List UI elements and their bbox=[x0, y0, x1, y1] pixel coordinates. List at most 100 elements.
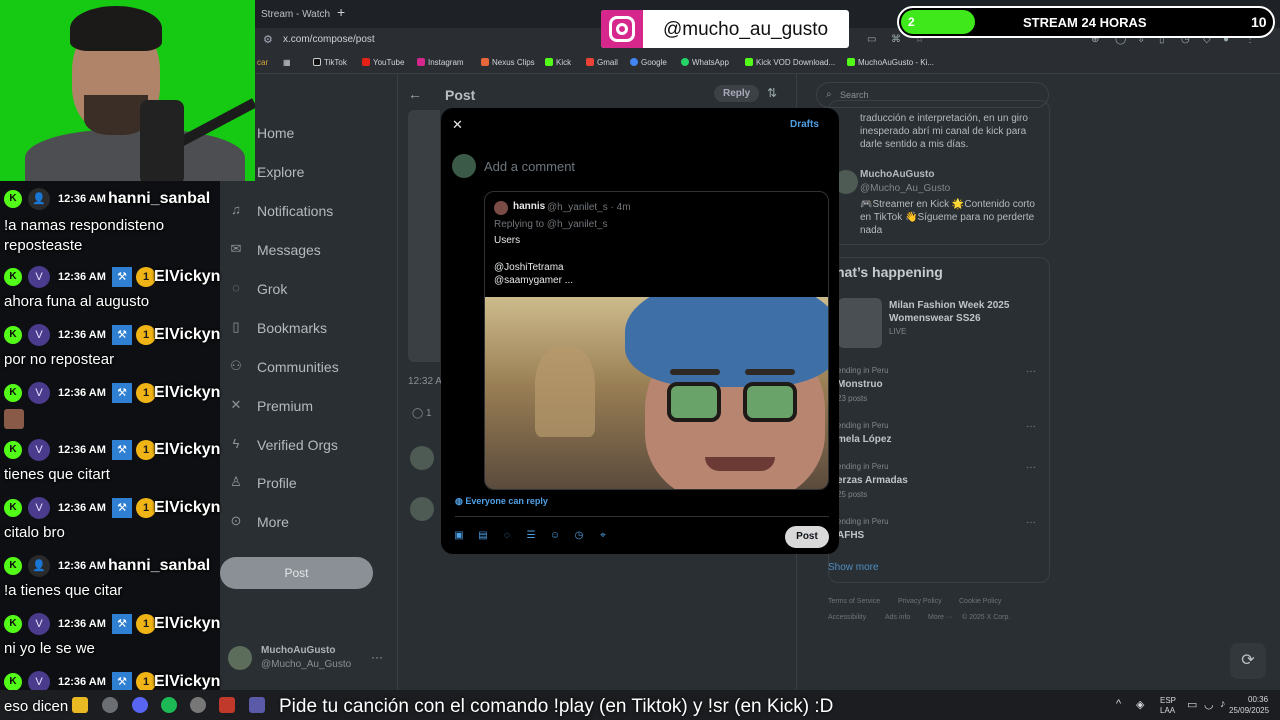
event-thumbnail[interactable] bbox=[838, 298, 882, 348]
app-icon[interactable] bbox=[219, 697, 235, 713]
footer-link[interactable]: Accessibility bbox=[828, 614, 866, 621]
more-icon[interactable]: ··· bbox=[371, 650, 383, 664]
trend-more-icon[interactable]: ··· bbox=[1026, 462, 1036, 473]
reply-settings[interactable]: ◍ Everyone can reply bbox=[455, 496, 548, 507]
close-icon[interactable]: ✕ bbox=[452, 117, 463, 133]
goal-current: 2 bbox=[908, 15, 915, 29]
globe-icon: ◍ bbox=[455, 496, 466, 506]
drafts-button[interactable]: Drafts bbox=[790, 119, 819, 130]
image-icon[interactable]: ▣ bbox=[451, 530, 467, 544]
browser-tab[interactable]: Stream - Watch bbox=[255, 4, 333, 28]
quote-mention[interactable]: @saamygamer ... bbox=[494, 275, 573, 286]
page-title: Post bbox=[445, 87, 476, 103]
grok-icon[interactable]: ◌ bbox=[499, 530, 515, 544]
event-title[interactable]: Milan Fashion Week 2025 Womenswear SS26 bbox=[889, 299, 1039, 325]
trend-more-icon[interactable]: ··· bbox=[1026, 421, 1036, 432]
avatar[interactable] bbox=[410, 497, 434, 521]
moderator-icon: ⚒ bbox=[112, 672, 132, 692]
url-text[interactable]: x.com/compose/post bbox=[283, 34, 375, 45]
volume-icon[interactable]: ♪ bbox=[1220, 698, 1226, 710]
character-glasses bbox=[667, 382, 721, 422]
user-badge-icon: V bbox=[28, 497, 50, 519]
app-icon[interactable] bbox=[190, 697, 206, 713]
gif-icon[interactable]: ▤ bbox=[475, 530, 491, 544]
quote-mention[interactable]: @JoshiTetrama bbox=[494, 262, 564, 273]
emoji-icon[interactable]: ☺ bbox=[547, 530, 563, 544]
footer-link[interactable]: Ads info bbox=[885, 614, 910, 621]
chat-meta: K V 12:36 AM ⚒ 1 ElVickyn bbox=[4, 496, 259, 519]
user-badge-icon: 👤 bbox=[28, 188, 50, 210]
apps-grid-icon[interactable]: ▦ bbox=[283, 58, 291, 67]
chat-message: K 👤 12:36 AM hanni_sanbal bbox=[0, 181, 255, 217]
footer-link[interactable]: More ··· bbox=[928, 614, 953, 621]
nav-label: Verified Orgs bbox=[257, 437, 338, 453]
post-media[interactable] bbox=[408, 110, 440, 362]
keyboard-layout[interactable]: LAA bbox=[1160, 706, 1175, 715]
new-tab-button[interactable]: + bbox=[337, 4, 345, 20]
trend-category: ending in Peru bbox=[837, 366, 889, 375]
cast-icon[interactable]: ▭ bbox=[867, 34, 876, 45]
tray-expand-icon[interactable]: ^ bbox=[1116, 698, 1121, 710]
display-icon[interactable]: ▭ bbox=[1187, 698, 1197, 711]
discord-icon[interactable] bbox=[132, 697, 148, 713]
bookmark-instagram[interactable]: Instagram bbox=[417, 58, 464, 67]
trend-name[interactable]: Monstruo bbox=[837, 379, 883, 390]
comment-count[interactable]: ◯ 1 bbox=[412, 408, 432, 419]
streamer-beard bbox=[84, 95, 148, 135]
refresh-icon[interactable]: ⟳ bbox=[1230, 643, 1266, 679]
bookmark-tiktok[interactable]: TikTok bbox=[313, 58, 347, 67]
reply-button[interactable]: Reply bbox=[714, 85, 760, 102]
song-request-ticker: Pide tu canción con el comando !play (en… bbox=[279, 696, 834, 717]
site-settings-icon[interactable]: ⚙ bbox=[263, 33, 273, 46]
trend-more-icon[interactable]: ··· bbox=[1026, 517, 1036, 528]
back-arrow-icon[interactable]: ← bbox=[408, 86, 422, 102]
poll-icon[interactable]: ☰ bbox=[523, 530, 539, 544]
wifi-icon[interactable]: ◡ bbox=[1204, 698, 1214, 711]
comment-input[interactable]: Add a comment bbox=[484, 159, 575, 174]
translate-icon[interactable]: ⌘ bbox=[891, 34, 901, 45]
avatar[interactable] bbox=[410, 446, 434, 470]
chat-time: 12:36 AM bbox=[58, 560, 106, 572]
trend-category: ending in Peru bbox=[837, 421, 889, 430]
bookmark-muchoaugusto[interactable]: MuchoAuGusto - Ki... bbox=[847, 58, 934, 67]
show-more-link[interactable]: Show more bbox=[828, 561, 879, 574]
app-icon[interactable] bbox=[249, 697, 265, 713]
kick-badge-icon: K bbox=[4, 673, 22, 691]
clock-time[interactable]: 00:36 bbox=[1248, 695, 1268, 704]
chat-message: K 👤 12:36 AM hanni_sanbal bbox=[0, 548, 255, 584]
bookmark-google[interactable]: Google bbox=[630, 58, 667, 67]
adjust-icon[interactable]: ⇅ bbox=[767, 86, 777, 100]
bookmark-whatsapp[interactable]: WhatsApp bbox=[681, 58, 729, 67]
subscriber-icon: 1 bbox=[136, 498, 156, 518]
trend-name[interactable]: AFHS bbox=[837, 530, 864, 541]
footer-link[interactable]: Terms of Service bbox=[828, 598, 880, 605]
chat-meta: K V 12:36 AM ⚒ 1 ElVickyn bbox=[4, 670, 259, 693]
trend-name[interactable]: mela López bbox=[837, 434, 891, 445]
spotify-icon[interactable] bbox=[161, 697, 177, 713]
bookmark-gmail[interactable]: Gmail bbox=[586, 58, 618, 67]
footer-link[interactable]: Privacy Policy bbox=[898, 598, 942, 605]
instagram-icon bbox=[417, 58, 425, 66]
quoted-post[interactable]: hannis @h_yanilet_s · 4m Replying to @h_… bbox=[484, 191, 829, 490]
bookmark-truncated[interactable]: car bbox=[257, 58, 268, 67]
network-icon[interactable]: ◈ bbox=[1136, 698, 1144, 711]
schedule-icon[interactable]: ◷ bbox=[571, 530, 587, 544]
post-button[interactable]: Post bbox=[785, 526, 829, 548]
location-icon[interactable]: ⌖ bbox=[595, 530, 611, 544]
file-explorer-icon[interactable] bbox=[72, 697, 88, 713]
kick-icon bbox=[847, 58, 855, 66]
clock-date[interactable]: 25/09/2025 bbox=[1229, 706, 1269, 715]
footer-link[interactable]: Cookie Policy bbox=[959, 598, 1001, 605]
keyboard-language[interactable]: ESP bbox=[1160, 696, 1176, 705]
gmail-icon bbox=[586, 58, 594, 66]
profile-name[interactable]: MuchoAuGusto bbox=[860, 168, 934, 181]
bookmark-kick[interactable]: Kick bbox=[545, 58, 571, 67]
bookmark-nexus-clips[interactable]: Nexus Clips bbox=[481, 58, 535, 67]
chat-message: K V 12:36 AM ⚒ 1 ElVickyn bbox=[0, 490, 255, 526]
bookmark-youtube[interactable]: YouTube bbox=[362, 58, 404, 67]
chat-time: 12:36 AM bbox=[58, 676, 106, 688]
bookmark-kick-vod[interactable]: Kick VOD Download... bbox=[745, 58, 835, 67]
trend-more-icon[interactable]: ··· bbox=[1026, 366, 1036, 377]
trend-name[interactable]: erzas Armadas bbox=[837, 475, 908, 486]
app-icon[interactable] bbox=[102, 697, 118, 713]
